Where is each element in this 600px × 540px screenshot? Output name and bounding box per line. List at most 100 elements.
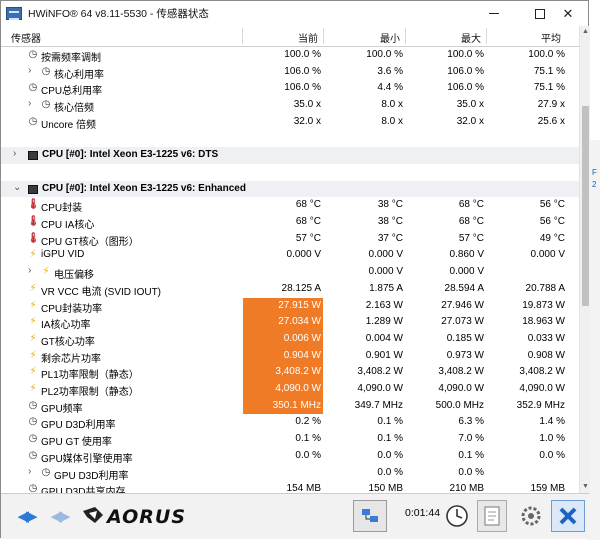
chevron-right-icon[interactable]: › [13,148,16,159]
sensor-row[interactable]: › ◷ 核心利用率 106.0 % 3.6 % 106.0 % 75.1 % [1,64,579,81]
min-value: 37 °C [377,232,403,244]
column-header-min[interactable]: 最小 [380,30,400,45]
sensor-row[interactable]: ⚡ PL1功率限制（静态） 3,408.2 W 3,408.2 W 3,408.2 W 3… [1,364,579,381]
min-value: 0.1 % [377,433,403,445]
reset-timer-button[interactable] [442,500,472,532]
min-value: 4.4 % [377,82,403,94]
spacer-row [1,164,579,181]
column-divider[interactable] [405,28,406,44]
max-value: 68 °C [458,199,484,211]
thermometer-icon: 🌡 [27,199,40,211]
sensor-name: PL1功率限制（静态） [41,370,139,382]
chevron-right-icon[interactable]: › [28,98,31,109]
chevron-right-icon[interactable]: › [28,65,31,76]
chevron-right-icon[interactable]: › [28,466,31,477]
sensor-list[interactable]: ◷ 按需频率调制 100.0 % 100.0 % 100.0 % 100.0 % › ◷ 核心利… [1,47,579,493]
lightning-icon: ⚡ [29,349,37,361]
min-value: 100.0 % [366,49,403,60]
clock-icon: ◷ [28,449,38,461]
sensor-name: VR VCC 电流 (SVID IOUT) [41,286,162,298]
max-value: 6.3 % [458,416,484,428]
sensor-name: CPU GT核心（图形） [41,236,139,248]
sensor-row[interactable]: ⚡ iGPU VID 0.000 V 0.000 V 0.860 V 0.000 V [1,247,579,264]
min-value: 3.6 % [377,65,403,77]
network-button[interactable] [353,500,387,532]
max-value: 500.0 MHz [435,399,484,411]
minimize-icon [489,13,499,14]
settings-button[interactable] [515,500,547,532]
vertical-scrollbar[interactable]: ▲ ▼ [579,26,590,493]
avg-value: 1.0 % [539,433,565,445]
sensor-row[interactable]: ⚡ CPU封装功率 27.915 W 2.163 W 27.946 W 19.873 W [1,297,579,315]
sensor-row[interactable]: ◷ Uncore 倍频 32.0 x 8.0 x 32.0 x 25.6 x [1,114,579,131]
title-bar[interactable]: HWiNFO® 64 v8.11-5530 - 传感器状态 ✕ [1,1,588,26]
close-sensors-button[interactable] [551,500,585,532]
avg-value: 56 °C [539,216,565,227]
current-value: 0.006 W [283,332,321,344]
sensor-group-name: CPU [#0]: Intel Xeon E3-1225 v6: DTS [42,149,219,161]
chevron-down-icon[interactable]: ⌄ [13,182,21,193]
lightning-icon: ⚡ [29,249,37,261]
clock-icon: ◷ [28,49,38,60]
report-button[interactable] [477,500,507,532]
maximize-icon [535,8,545,19]
avg-value: 19.873 W [522,299,565,311]
close-window-button[interactable]: ✕ [547,1,589,26]
sensor-row[interactable]: ⚡ VR VCC 电流 (SVID IOUT) 28.125 A 1.875 A 28.… [1,281,579,298]
sensor-row[interactable]: ◷ CPU总利用率 106.0 % 4.4 % 106.0 % 75.1 % [1,80,579,97]
max-value: 0.000 V [449,266,484,278]
sensor-row[interactable]: ⚡ IA核心功率 27.034 W 1.289 W 27.073 W 18.963 W [1,314,579,331]
max-value: 32.0 x [456,115,484,127]
sensor-row[interactable]: ⚡ 剩余芯片功率 0.904 W 0.901 W 0.973 W 0.908 W [1,347,579,365]
current-value: 3,408.2 W [275,366,321,378]
sensor-name: 剩余芯片功率 [41,353,101,365]
column-divider[interactable] [242,28,243,44]
sensor-row[interactable]: ◷ GPU媒体引擎使用率 0.0 % 0.0 % 0.1 % 0.0 % [1,448,579,465]
column-header-current[interactable]: 当前 [298,30,318,45]
clock-icon: ◷ [28,399,38,411]
avg-value: 75.1 % [533,65,565,77]
column-header-sensor[interactable]: 传感器 [11,30,41,45]
sensor-row[interactable]: 🌡 CPU GT核心（图形） 57 °C 37 °C 57 °C 49 °C [1,231,579,248]
sensor-row[interactable]: ◷ GPU D3D利用率 0.2 % 0.1 % 6.3 % 1.4 % [1,414,579,431]
sensor-group-header[interactable]: ⌄ CPU [#0]: Intel Xeon E3-1225 v6: Enhanc… [1,180,579,198]
scroll-up-arrow-icon[interactable]: ▲ [580,26,591,38]
sensor-row[interactable]: ◷ GPU D3D共享内存 154 MB 150 MB 210 MB 159 MB [1,481,579,493]
sensor-row[interactable]: ⚡ PL2功率限制（静态） 4,090.0 W 4,090.0 W 4,090.0 W 4… [1,381,579,398]
sensor-row[interactable]: 🌡 CPU IA核心 68 °C 38 °C 68 °C 56 °C [1,214,579,231]
sensor-row[interactable]: › ◷ GPU D3D利用率 0.0 % 0.0 % [1,465,579,482]
sensor-row[interactable]: › ⚡ 电压偏移 0.000 V 0.000 V [1,264,579,281]
sensor-name: iGPU VID [41,249,85,261]
sensor-row[interactable]: ⚡ GT核心功率 0.006 W 0.004 W 0.185 W 0.033 W [1,330,579,348]
sensor-row[interactable]: ◷ 按需频率调制 100.0 % 100.0 % 100.0 % 100.0 % [1,47,579,64]
lightning-icon: ⚡ [29,299,37,311]
sensor-group-header[interactable]: › CPU [#0]: Intel Xeon E3-1225 v6: DTS [1,147,579,164]
avg-value: 18.963 W [522,316,565,328]
column-header-avg[interactable]: 平均 [541,30,561,45]
clock-icon: ◷ [41,99,51,111]
max-value: 210 MB [449,483,484,493]
sensor-name: GPU D3D利用率 [54,470,129,482]
layout-arrows-disabled-button[interactable]: ◀▶ [45,500,73,532]
column-divider[interactable] [486,28,487,44]
layout-arrows-button[interactable]: ◀▶ [11,500,41,532]
column-divider[interactable] [323,28,324,44]
clock-icon: ◷ [41,65,51,77]
sensor-row[interactable]: ◷ GPU GT 使用率 0.1 % 0.1 % 7.0 % 1.0 % [1,431,579,448]
min-value: 0.0 % [377,449,403,461]
avg-value: 27.9 x [537,99,565,111]
sensor-row[interactable]: 🌡 CPU封装 68 °C 38 °C 68 °C 56 °C [1,197,579,214]
min-value: 0.1 % [377,416,403,428]
left-right-arrows-icon: ◀▶ [17,508,37,525]
current-value: 0.000 V [286,249,321,261]
column-header-max[interactable]: 最大 [461,30,481,45]
sensor-name: IA核心功率 [41,320,91,332]
scroll-down-arrow-icon[interactable]: ▼ [580,481,591,493]
sensor-name: Uncore 倍频 [41,119,97,131]
sensor-row[interactable]: ◷ GPU频率 350.1 MHz 349.7 MHz 500.0 MHz 352.9 M… [1,397,579,415]
minimize-button[interactable] [472,1,516,26]
sensor-row[interactable]: › ◷ 核心倍频 35.0 x 8.0 x 35.0 x 27.9 x [1,97,579,114]
chevron-right-icon[interactable]: › [28,265,31,276]
avg-value: 20.788 A [525,282,565,294]
scrollbar-thumb[interactable] [582,106,589,306]
